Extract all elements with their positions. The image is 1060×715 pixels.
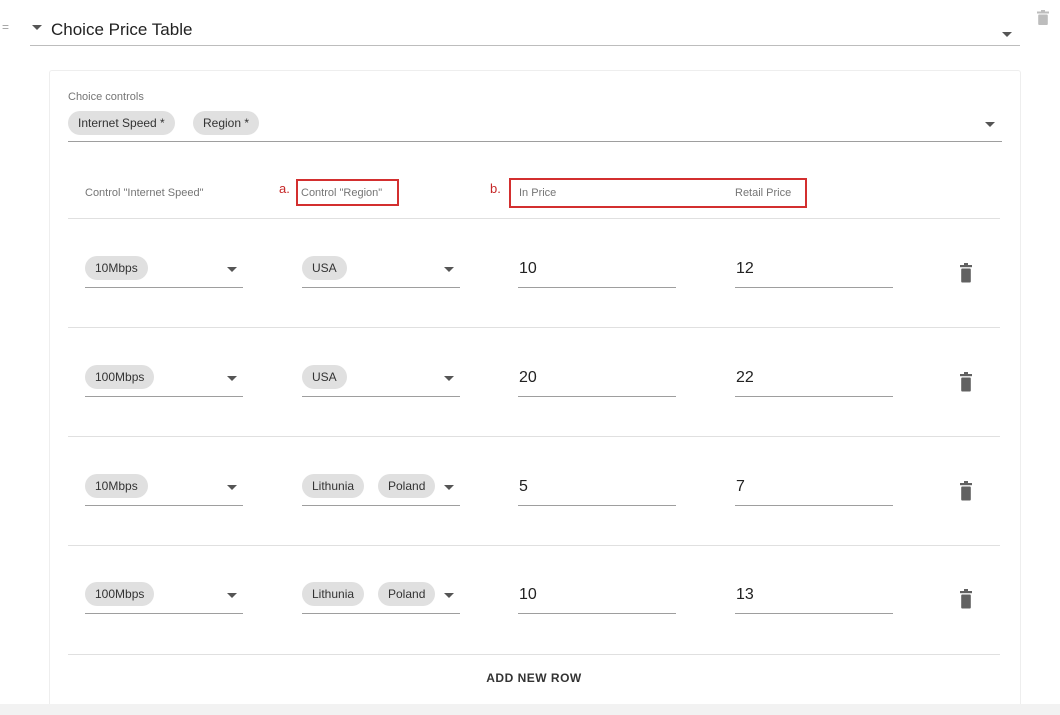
delete-row-trash-icon[interactable] xyxy=(960,589,972,614)
choice-control-chip-internet-speed[interactable]: Internet Speed * xyxy=(68,111,175,135)
choice-controls-label: Choice controls xyxy=(68,91,144,103)
in-price-input[interactable]: 20 xyxy=(518,361,676,397)
caret-down-icon xyxy=(444,267,454,272)
region-select[interactable]: Lithunia Poland xyxy=(302,578,460,614)
caret-down-icon xyxy=(444,485,454,490)
region-select[interactable]: Lithunia Poland xyxy=(302,470,460,506)
speed-chip: 100Mbps xyxy=(85,582,155,606)
row-separator xyxy=(68,218,1000,219)
header-underline xyxy=(30,45,1020,46)
region-chip: USA xyxy=(302,365,347,389)
retail-price-input[interactable]: 22 xyxy=(735,361,893,397)
retail-price-input[interactable]: 12 xyxy=(735,252,893,288)
speed-select[interactable]: 100Mbps xyxy=(85,578,243,614)
in-price-value: 20 xyxy=(519,369,537,386)
caret-down-icon xyxy=(227,593,237,598)
retail-price-input[interactable]: 7 xyxy=(735,470,893,506)
annotation-label-a: a. xyxy=(279,181,290,196)
region-select[interactable]: USA xyxy=(302,252,460,288)
add-new-row-button[interactable]: ADD NEW ROW xyxy=(0,671,1060,685)
region-select[interactable]: USA xyxy=(302,361,460,397)
retail-price-input[interactable]: 13 xyxy=(735,578,893,614)
caret-down-icon xyxy=(444,376,454,381)
retail-price-value: 12 xyxy=(736,260,754,277)
delete-table-trash-icon[interactable] xyxy=(1037,10,1049,30)
page-title: Choice Price Table xyxy=(51,20,193,39)
caret-down-icon xyxy=(444,593,454,598)
column-header-internet-speed: Control "Internet Speed" xyxy=(85,187,204,199)
speed-chip: 10Mbps xyxy=(85,256,148,280)
region-chip: Poland xyxy=(378,582,436,606)
annotation-label-b: b. xyxy=(490,181,501,196)
in-price-input[interactable]: 5 xyxy=(518,470,676,506)
retail-price-value: 7 xyxy=(736,478,745,495)
collapse-caret-icon[interactable] xyxy=(32,25,42,30)
delete-row-trash-icon[interactable] xyxy=(960,263,972,288)
caret-down-icon xyxy=(227,267,237,272)
caret-down-icon xyxy=(227,376,237,381)
speed-select[interactable]: 10Mbps xyxy=(85,470,243,506)
annotation-box-b xyxy=(509,178,807,208)
annotation-box-a xyxy=(296,179,399,206)
in-price-value: 5 xyxy=(519,478,528,495)
retail-price-value: 22 xyxy=(736,369,754,386)
in-price-input[interactable]: 10 xyxy=(518,578,676,614)
in-price-value: 10 xyxy=(519,586,537,603)
speed-select[interactable]: 100Mbps xyxy=(85,361,243,397)
region-chip: USA xyxy=(302,256,347,280)
drag-handle-icon[interactable]: = xyxy=(2,20,10,34)
in-price-value: 10 xyxy=(519,260,537,277)
retail-price-value: 13 xyxy=(736,586,754,603)
choice-controls-underline xyxy=(68,141,1002,142)
header-dropdown-caret-icon[interactable] xyxy=(1002,32,1012,37)
delete-row-trash-icon[interactable] xyxy=(960,481,972,506)
speed-select[interactable]: 10Mbps xyxy=(85,252,243,288)
speed-chip: 10Mbps xyxy=(85,474,148,498)
delete-row-trash-icon[interactable] xyxy=(960,372,972,397)
row-separator xyxy=(68,327,1000,328)
speed-chip: 100Mbps xyxy=(85,365,155,389)
region-chip: Lithunia xyxy=(302,582,365,606)
region-chip: Poland xyxy=(378,474,436,498)
row-separator xyxy=(68,436,1000,437)
bottom-band xyxy=(0,704,1060,715)
in-price-input[interactable]: 10 xyxy=(518,252,676,288)
row-separator xyxy=(68,654,1000,655)
choice-control-chip-region[interactable]: Region * xyxy=(193,111,260,135)
choice-controls-caret-icon[interactable] xyxy=(985,122,995,127)
row-separator xyxy=(68,545,1000,546)
caret-down-icon xyxy=(227,485,237,490)
region-chip: Lithunia xyxy=(302,474,365,498)
